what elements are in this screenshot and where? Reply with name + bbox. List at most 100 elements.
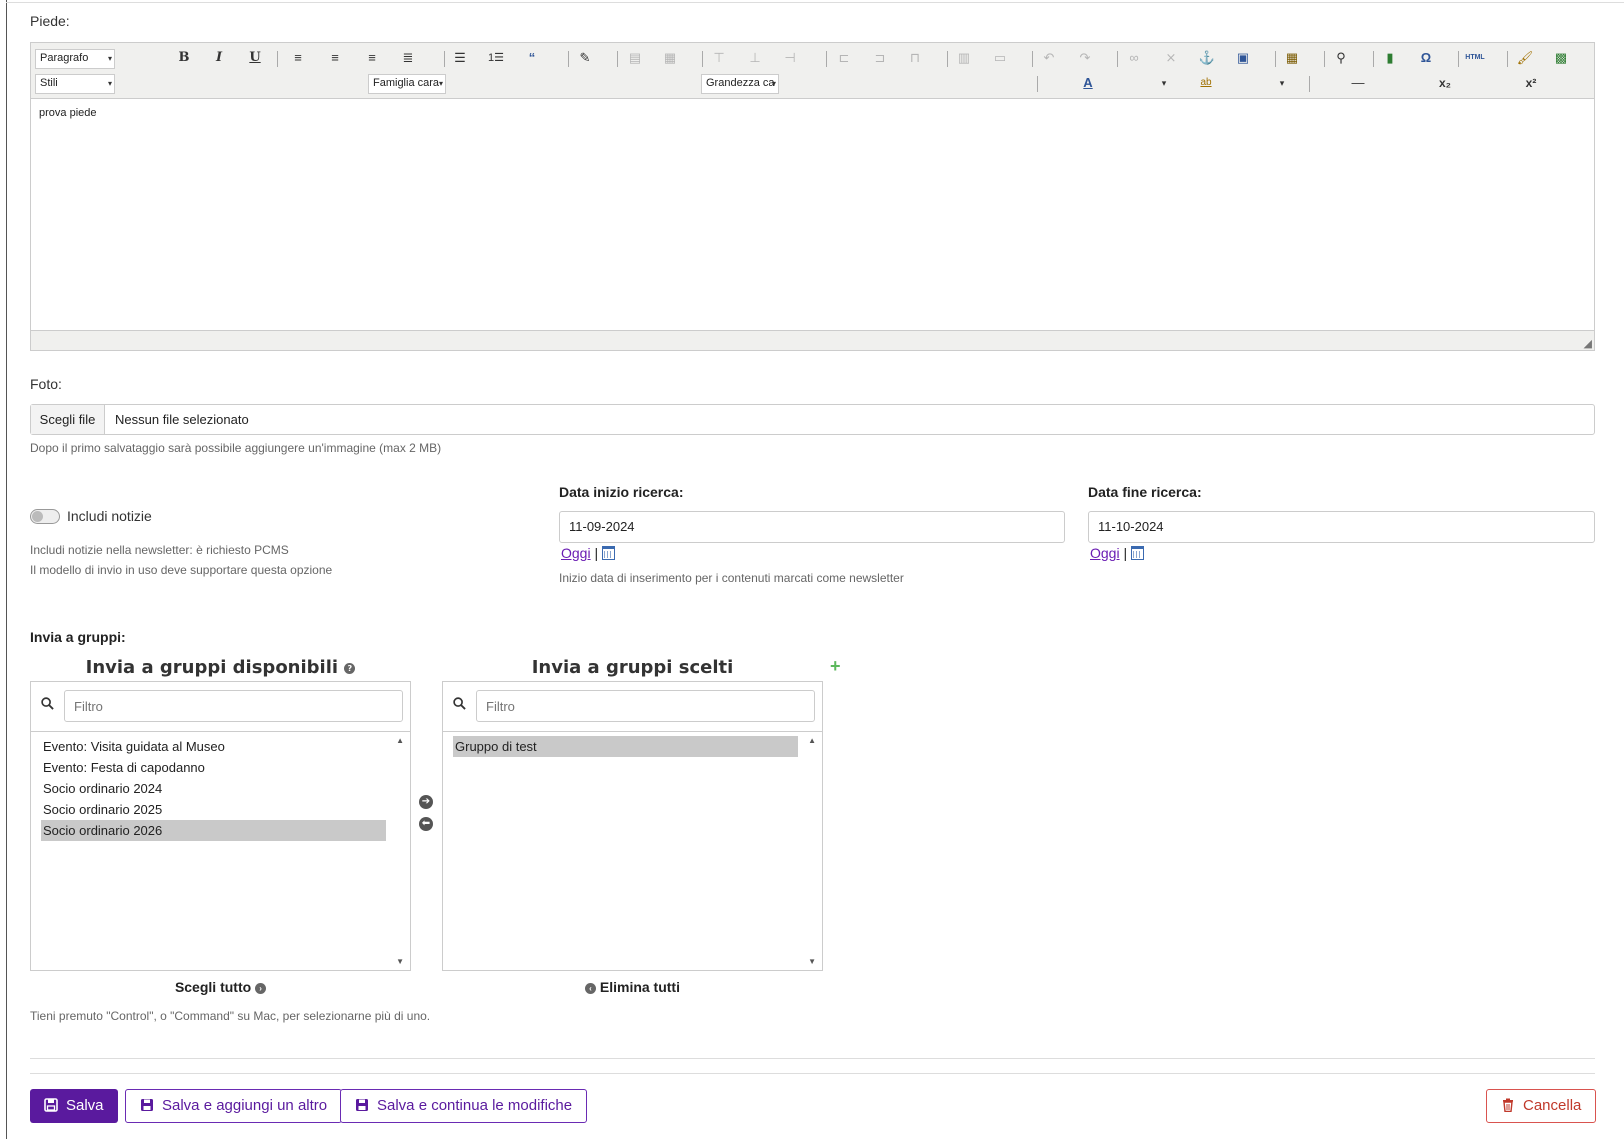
- bold-icon[interactable]: B: [173, 47, 195, 69]
- split-cells-icon[interactable]: ▥: [953, 47, 975, 69]
- table-row-icon[interactable]: ▤: [624, 47, 646, 69]
- gruppi-help: Tieni premuto "Control", o "Command" su …: [30, 1009, 431, 1023]
- insert-row-after-icon[interactable]: ⊥: [744, 47, 766, 69]
- choose-all-text: Scegli tutto: [174, 979, 252, 995]
- save-button[interactable]: Salva: [30, 1089, 118, 1123]
- unlink-icon[interactable]: ⨯: [1160, 47, 1182, 69]
- merge-cells-icon[interactable]: ▭: [989, 47, 1011, 69]
- editor-content[interactable]: prova piede: [31, 99, 1594, 330]
- save-continue-button[interactable]: Salva e continua le modifiche: [340, 1089, 588, 1123]
- list-item[interactable]: Evento: Festa di capodanno: [41, 757, 386, 778]
- data-inizio-shortcuts: Oggi |: [561, 545, 615, 561]
- data-fine-input[interactable]: 11-10-2024: [1088, 511, 1595, 543]
- data-inizio-label: Data inizio ricerca:: [559, 484, 684, 500]
- search-replace-icon[interactable]: ⚲: [1330, 47, 1352, 69]
- list-item[interactable]: Socio ordinario 2025: [41, 799, 386, 820]
- foto-help: Dopo il primo salvataggio sarà possibile…: [30, 441, 442, 455]
- scroll-down-icon[interactable]: ▼: [396, 957, 404, 966]
- align-center-icon[interactable]: ≡: [324, 47, 346, 69]
- special-char-icon[interactable]: Ω: [1415, 47, 1437, 69]
- format-select[interactable]: Paragrafo ▾: [35, 49, 115, 69]
- insert-row-before-icon[interactable]: ⊤: [708, 47, 730, 69]
- highlight-color-icon[interactable]: ab: [1195, 72, 1217, 94]
- align-right-icon[interactable]: ≡: [361, 47, 383, 69]
- gruppi-label: Invia a gruppi:: [30, 629, 126, 645]
- delete-row-icon[interactable]: ⊣: [779, 47, 801, 69]
- rich-text-editor[interactable]: Paragrafo ▾ B I U ≡ ≡ ≡ ≣ ☰ 1☰ “ ✎ ▤ ▦ ⊤ …: [30, 42, 1595, 351]
- resize-handle-icon[interactable]: ◢: [1584, 337, 1592, 350]
- save-icon: [141, 1099, 153, 1111]
- redo-icon[interactable]: ↷: [1074, 47, 1096, 69]
- editor-statusbar: ◢: [31, 330, 1594, 350]
- list-item[interactable]: Gruppo di test: [453, 736, 798, 757]
- help-icon[interactable]: ?: [344, 662, 356, 674]
- underline-icon[interactable]: U: [244, 47, 266, 69]
- italic-icon[interactable]: I: [208, 47, 230, 69]
- anchor-icon[interactable]: ⚓: [1196, 47, 1218, 69]
- chosen-filter-input[interactable]: [476, 690, 815, 722]
- font-family-select[interactable]: Famiglia cara ▾: [368, 74, 446, 94]
- link-icon[interactable]: ∞: [1123, 47, 1145, 69]
- save-add-button[interactable]: Salva e aggiungi un altro: [125, 1089, 343, 1123]
- available-list[interactable]: Evento: Visita guidata al Museo Evento: …: [31, 732, 410, 970]
- subscript-icon[interactable]: x₂: [1434, 72, 1456, 94]
- text-color-dropdown-icon[interactable]: ▾: [1153, 72, 1175, 94]
- calendar-icon[interactable]: [1131, 546, 1144, 560]
- move-right-icon[interactable]: ➔: [419, 795, 433, 809]
- text-color-icon[interactable]: A: [1077, 72, 1099, 94]
- media-icon[interactable]: ▮: [1379, 47, 1401, 69]
- html-source-icon[interactable]: HTML: [1464, 47, 1486, 69]
- data-inizio-help: Inizio data di inserimento per i contenu…: [559, 571, 904, 585]
- undo-icon[interactable]: ↶: [1038, 47, 1060, 69]
- toolbar-separator: [1275, 51, 1276, 67]
- divider: [30, 1058, 1595, 1059]
- choose-all-link[interactable]: Scegli tutto ›: [30, 979, 411, 995]
- bullet-list-icon[interactable]: ☰: [449, 47, 471, 69]
- clean-up-icon[interactable]: 🖌: [1514, 47, 1536, 69]
- available-filter-input[interactable]: [64, 690, 403, 722]
- data-inizio-today-link[interactable]: Oggi: [561, 545, 591, 561]
- delete-button[interactable]: Cancella: [1486, 1089, 1597, 1123]
- insert-col-before-icon[interactable]: ⊏: [833, 47, 855, 69]
- delete-col-icon[interactable]: ⊓: [904, 47, 926, 69]
- align-left-icon[interactable]: ≡: [287, 47, 309, 69]
- move-left-icon[interactable]: ⬅: [419, 817, 433, 831]
- insert-image-icon[interactable]: ▩: [1550, 47, 1572, 69]
- remove-all-link[interactable]: ‹ Elimina tutti: [442, 979, 823, 995]
- font-family-select-value: Famiglia cara: [373, 77, 440, 89]
- horizontal-rule-icon[interactable]: —: [1347, 72, 1369, 94]
- page-frame-top: [6, 2, 1624, 3]
- toolbar-separator: [1037, 76, 1038, 92]
- numbered-list-icon[interactable]: 1☰: [485, 47, 507, 69]
- list-item[interactable]: Socio ordinario 2024: [41, 778, 386, 799]
- scroll-down-icon[interactable]: ▼: [808, 957, 816, 966]
- chosen-list[interactable]: Gruppo di test ▲ ▼: [443, 732, 822, 970]
- list-item[interactable]: Socio ordinario 2026: [41, 820, 386, 841]
- paste-icon[interactable]: ▦: [1281, 47, 1303, 69]
- insert-col-after-icon[interactable]: ⊐: [869, 47, 891, 69]
- search-icon: [41, 697, 54, 710]
- font-size-select[interactable]: Grandezza ca ▾: [701, 74, 779, 94]
- highlight-dropdown-icon[interactable]: ▾: [1271, 72, 1293, 94]
- toolbar-separator: [1373, 51, 1374, 67]
- data-fine-today-link[interactable]: Oggi: [1090, 545, 1120, 561]
- table-cell-icon[interactable]: ▦: [659, 47, 681, 69]
- add-group-icon[interactable]: +: [830, 656, 841, 677]
- edit-icon[interactable]: ✎: [574, 47, 596, 69]
- scroll-up-icon[interactable]: ▲: [396, 736, 404, 745]
- align-justify-icon[interactable]: ≣: [397, 47, 419, 69]
- styles-select[interactable]: Stili ▾: [35, 74, 115, 94]
- save-icon: [44, 1098, 58, 1112]
- available-title: Invia a gruppi disponibili ?: [30, 657, 411, 678]
- image-icon[interactable]: ▣: [1232, 47, 1254, 69]
- photo-file-input[interactable]: Scegli file Nessun file selezionato: [30, 404, 1595, 435]
- save-label: Salva: [66, 1097, 104, 1114]
- data-inizio-input[interactable]: 11-09-2024: [559, 511, 1065, 543]
- blockquote-icon[interactable]: “: [521, 47, 543, 69]
- calendar-icon[interactable]: [602, 546, 615, 560]
- includi-notizie-toggle[interactable]: [30, 509, 60, 524]
- scroll-up-icon[interactable]: ▲: [808, 736, 816, 745]
- superscript-icon[interactable]: x²: [1520, 72, 1542, 94]
- choose-file-button[interactable]: Scegli file: [31, 405, 105, 434]
- list-item[interactable]: Evento: Visita guidata al Museo: [41, 736, 386, 757]
